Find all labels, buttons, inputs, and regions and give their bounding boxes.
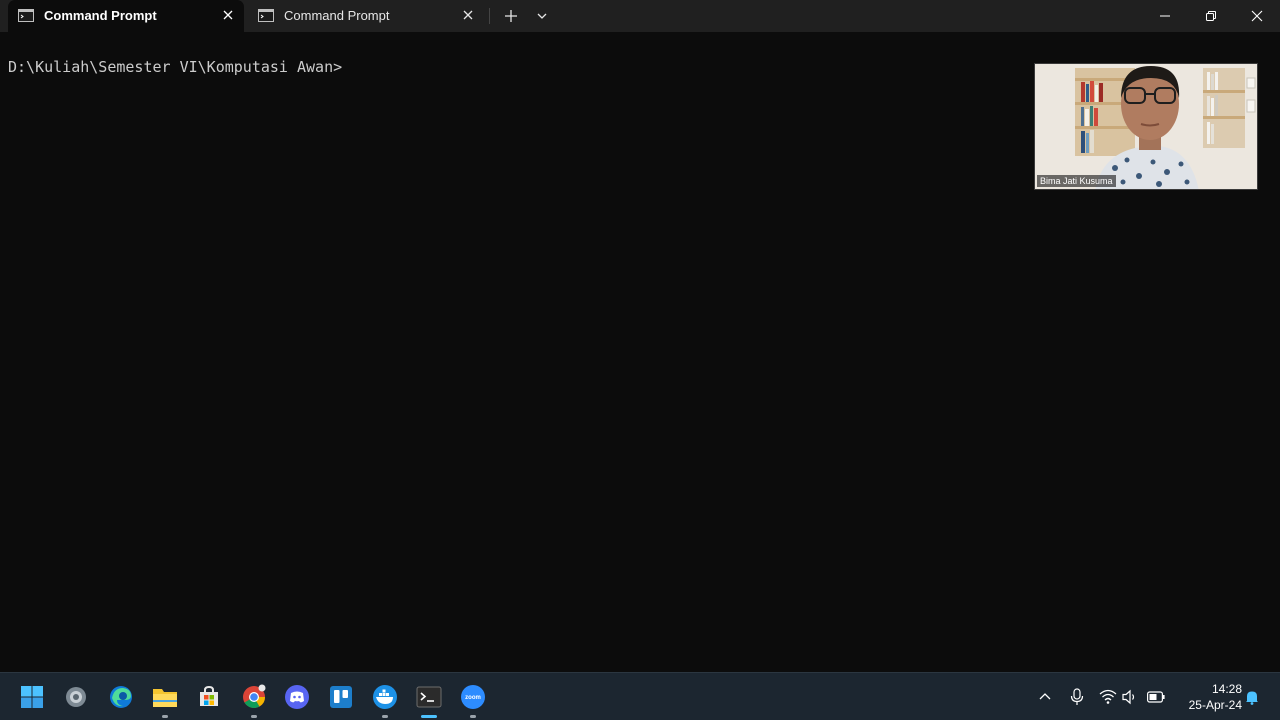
close-tab-icon[interactable] bbox=[460, 7, 476, 23]
taskbar-terminal[interactable] bbox=[415, 683, 443, 718]
taskbar-trello[interactable] bbox=[327, 683, 355, 711]
trello-icon bbox=[330, 686, 352, 708]
close-window-button[interactable] bbox=[1234, 0, 1280, 32]
taskbar-zoom[interactable]: zoom bbox=[459, 683, 487, 718]
taskbar-clock[interactable]: 14:28 25-Apr-24 bbox=[1176, 681, 1242, 713]
store-bag-icon bbox=[200, 685, 218, 706]
start-button[interactable] bbox=[18, 683, 46, 711]
close-icon bbox=[1251, 10, 1263, 22]
tab-title: Command Prompt bbox=[44, 8, 157, 23]
restore-button[interactable] bbox=[1188, 0, 1234, 32]
running-indicator bbox=[162, 715, 168, 718]
microphone-tray-button[interactable] bbox=[1068, 688, 1086, 706]
new-tab-plus-icon[interactable] bbox=[502, 7, 520, 25]
edge-browser-icon bbox=[110, 686, 132, 708]
minimize-button[interactable] bbox=[1142, 0, 1188, 32]
microphone-icon bbox=[1070, 688, 1084, 705]
running-indicator bbox=[470, 715, 476, 718]
chevron-up-icon bbox=[1039, 693, 1051, 700]
zoom-icon: zoom bbox=[461, 685, 485, 709]
volume-tray-button[interactable] bbox=[1121, 688, 1139, 706]
restore-icon bbox=[1206, 11, 1216, 21]
webcam-video-feed bbox=[1035, 64, 1257, 189]
running-indicator bbox=[251, 715, 257, 718]
running-indicator bbox=[382, 715, 388, 718]
taskbar: zoom 14:28 25-Apr-24 bbox=[0, 672, 1280, 720]
close-tab-icon[interactable] bbox=[220, 7, 236, 23]
windows-start-icon bbox=[21, 686, 43, 708]
title-bar: Command Prompt Command Prompt bbox=[0, 0, 1280, 32]
taskbar-edge[interactable] bbox=[107, 683, 135, 711]
taskbar-discord[interactable] bbox=[283, 683, 311, 711]
settings-gear-icon bbox=[66, 687, 86, 707]
discord-icon bbox=[285, 685, 309, 709]
active-app-indicator bbox=[421, 715, 437, 718]
tab-command-prompt-1[interactable]: Command Prompt bbox=[8, 0, 244, 32]
terminal-icon bbox=[416, 686, 442, 708]
taskbar-docker[interactable] bbox=[371, 683, 399, 718]
taskbar-settings[interactable] bbox=[62, 683, 90, 711]
show-hidden-icons-button[interactable] bbox=[1036, 688, 1054, 706]
battery-tray-button[interactable] bbox=[1147, 688, 1165, 706]
speaker-icon bbox=[1122, 689, 1135, 705]
chevron-down-icon[interactable] bbox=[533, 7, 551, 25]
folder-icon bbox=[153, 689, 177, 707]
participant-name-label: Bima Jati Kusuma bbox=[1037, 175, 1116, 187]
chrome-browser-icon bbox=[243, 684, 266, 708]
battery-icon bbox=[1147, 691, 1165, 703]
wifi-icon bbox=[1099, 689, 1117, 704]
terminal-tab-icon bbox=[258, 9, 274, 22]
zoom-label: zoom bbox=[465, 695, 481, 701]
minimize-icon bbox=[1160, 15, 1170, 17]
clock-date: 25-Apr-24 bbox=[1188, 698, 1242, 712]
tab-command-prompt-2[interactable]: Command Prompt bbox=[248, 0, 484, 32]
network-tray-button[interactable] bbox=[1099, 688, 1117, 706]
taskbar-microsoft-store[interactable] bbox=[195, 683, 223, 711]
notifications-button[interactable] bbox=[1243, 688, 1261, 706]
clock-time: 14:28 bbox=[1211, 682, 1242, 696]
taskbar-file-explorer[interactable] bbox=[151, 683, 179, 718]
docker-whale-icon bbox=[373, 685, 397, 709]
command-prompt-line: D:\Kuliah\Semester VI\Komputasi Awan> bbox=[8, 58, 343, 76]
bell-icon bbox=[1246, 691, 1258, 705]
terminal-tab-icon bbox=[18, 9, 34, 22]
webcam-video-overlay[interactable]: Bima Jati Kusuma bbox=[1034, 63, 1258, 190]
tab-divider bbox=[489, 8, 490, 24]
taskbar-chrome[interactable] bbox=[240, 683, 268, 718]
tab-title: Command Prompt bbox=[284, 8, 390, 23]
